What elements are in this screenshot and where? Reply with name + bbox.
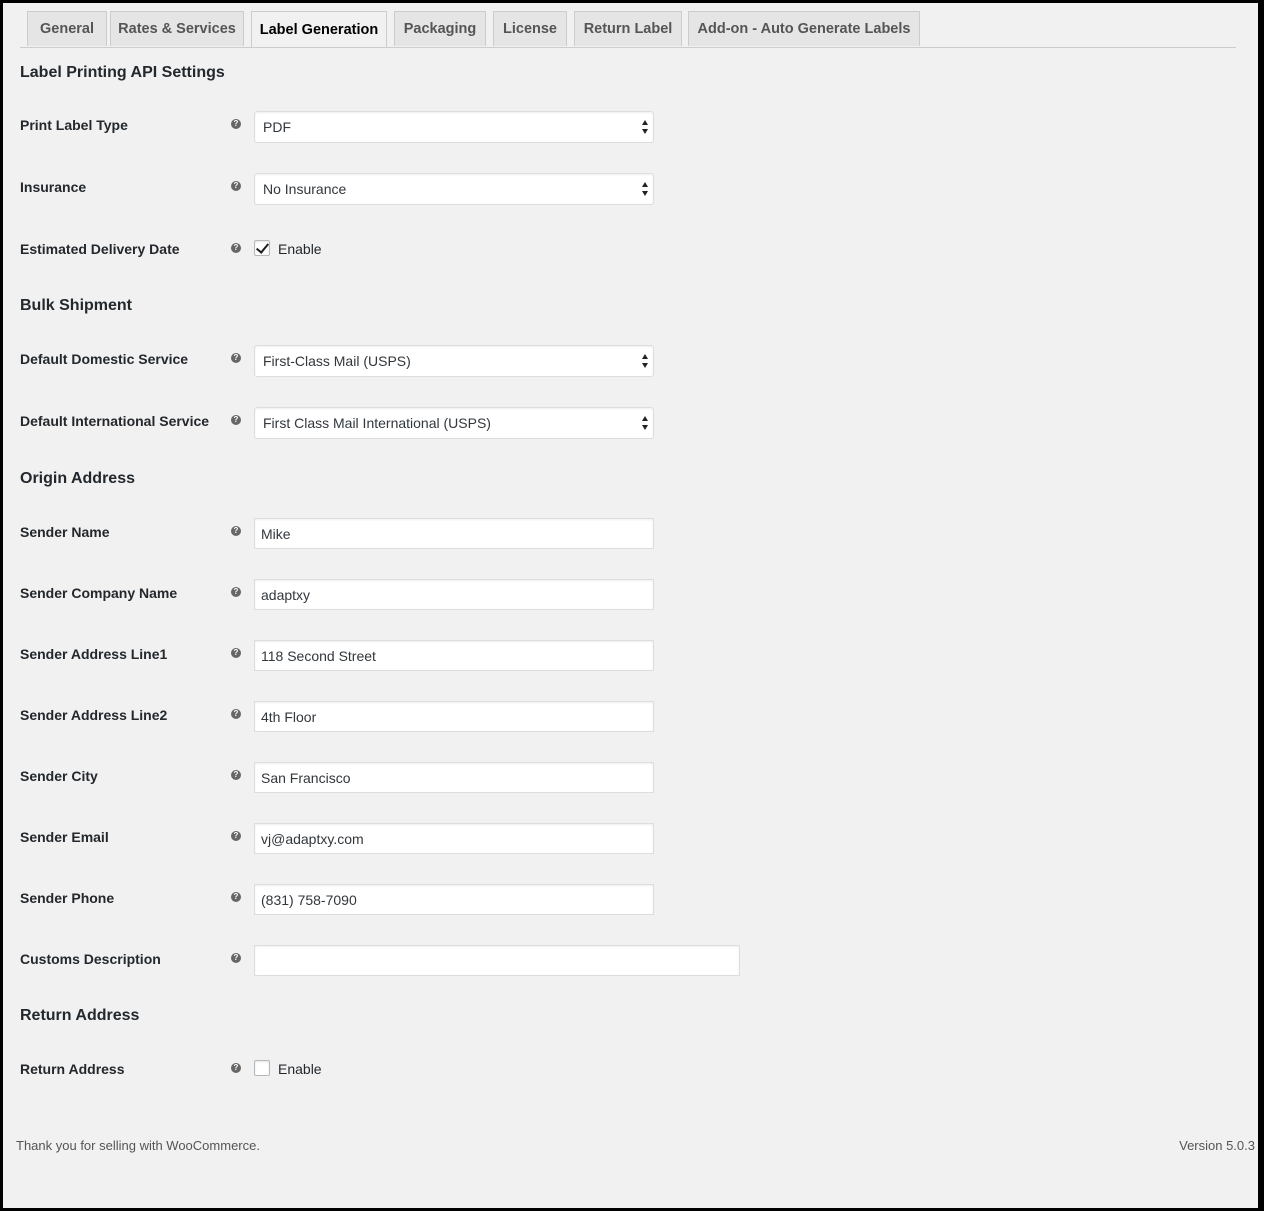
settings-tab-bar: General Rates & Services Label Generatio… xyxy=(20,11,1236,48)
select-arrows-icon xyxy=(642,120,648,134)
estimated-delivery-enable-label[interactable]: Enable xyxy=(278,241,322,257)
customs-description-label: Customs Description xyxy=(20,951,161,967)
sender-address-line2-label: Sender Address Line2 xyxy=(20,707,168,723)
sender-name-label: Sender Name xyxy=(20,524,110,540)
sender-phone-input[interactable]: (831) 758-7090 xyxy=(254,884,654,915)
select-arrows-icon xyxy=(642,354,648,368)
insurance-label: Insurance xyxy=(20,179,87,195)
help-icon[interactable]: ? xyxy=(231,119,241,129)
help-icon[interactable]: ? xyxy=(231,953,241,963)
tab-return-label[interactable]: Return Label xyxy=(574,11,682,46)
tab-general[interactable]: General xyxy=(27,11,107,46)
checkmark-icon xyxy=(255,240,270,254)
default-domestic-select[interactable]: First-Class Mail (USPS) xyxy=(254,345,654,377)
help-icon[interactable]: ? xyxy=(231,770,241,780)
section-heading-return-address: Return Address xyxy=(20,1007,140,1024)
tab-license[interactable]: License xyxy=(493,11,567,46)
sender-address-line1-input[interactable]: 118 Second Street xyxy=(254,640,654,671)
default-international-select[interactable]: First Class Mail International (USPS) xyxy=(254,407,654,439)
sender-address-line1-label: Sender Address Line1 xyxy=(20,646,168,662)
select-arrows-icon xyxy=(642,416,648,430)
sender-email-label: Sender Email xyxy=(20,829,109,845)
help-icon[interactable]: ? xyxy=(231,1063,241,1073)
estimated-delivery-checkbox[interactable] xyxy=(254,240,270,256)
help-icon[interactable]: ? xyxy=(231,181,241,191)
help-icon[interactable]: ? xyxy=(231,587,241,597)
customs-description-input[interactable] xyxy=(254,945,740,976)
footer-thanks-text: Thank you for selling with WooCommerce. xyxy=(16,1138,260,1153)
print-label-type-value: PDF xyxy=(263,119,291,135)
help-icon[interactable]: ? xyxy=(231,353,241,363)
section-heading-bulk-shipment: Bulk Shipment xyxy=(20,297,133,314)
footer-version: Version 5.0.3 xyxy=(1179,1138,1255,1153)
default-international-value: First Class Mail International (USPS) xyxy=(263,415,491,431)
help-icon[interactable]: ? xyxy=(231,709,241,719)
print-label-type-label: Print Label Type xyxy=(20,117,128,133)
help-icon[interactable]: ? xyxy=(231,648,241,658)
sender-phone-label: Sender Phone xyxy=(20,890,115,906)
tab-addon-auto-generate[interactable]: Add-on - Auto Generate Labels xyxy=(688,11,920,46)
return-address-checkbox[interactable] xyxy=(254,1060,270,1076)
help-icon[interactable]: ? xyxy=(231,526,241,536)
tab-packaging[interactable]: Packaging xyxy=(394,11,486,46)
sender-city-input[interactable]: San Francisco xyxy=(254,762,654,793)
default-international-label: Default International Service xyxy=(20,413,210,429)
return-address-label: Return Address xyxy=(20,1061,125,1077)
help-icon[interactable]: ? xyxy=(231,892,241,902)
select-arrows-icon xyxy=(642,182,648,196)
settings-page: General Rates & Services Label Generatio… xyxy=(3,3,1258,1208)
sender-city-label: Sender City xyxy=(20,768,98,784)
return-address-enable-label[interactable]: Enable xyxy=(278,1061,322,1077)
section-heading-origin-address: Origin Address xyxy=(20,470,135,487)
sender-email-input[interactable]: vj@adaptxy.com xyxy=(254,823,654,854)
default-domestic-label: Default Domestic Service xyxy=(20,351,189,367)
insurance-select[interactable]: No Insurance xyxy=(254,173,654,205)
sender-name-input[interactable]: Mike xyxy=(254,518,654,549)
sender-company-input[interactable]: adaptxy xyxy=(254,579,654,610)
insurance-value: No Insurance xyxy=(263,181,347,197)
help-icon[interactable]: ? xyxy=(231,243,241,253)
print-label-type-select[interactable]: PDF xyxy=(254,111,654,143)
tab-label-generation[interactable]: Label Generation xyxy=(251,11,387,47)
help-icon[interactable]: ? xyxy=(231,415,241,425)
sender-address-line2-input[interactable]: 4th Floor xyxy=(254,701,654,732)
tab-rates-services[interactable]: Rates & Services xyxy=(110,11,244,46)
estimated-delivery-label: Estimated Delivery Date xyxy=(20,241,180,257)
default-domestic-value: First-Class Mail (USPS) xyxy=(263,353,411,369)
sender-company-label: Sender Company Name xyxy=(20,585,178,601)
help-icon[interactable]: ? xyxy=(231,831,241,841)
section-heading-label-printing: Label Printing API Settings xyxy=(20,64,225,81)
